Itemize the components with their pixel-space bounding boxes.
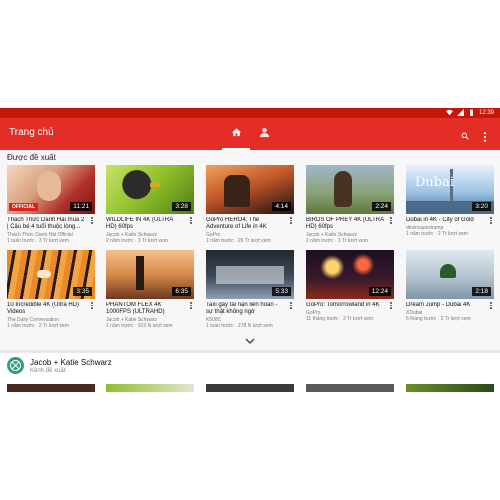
video-meta: 1 năm trước · 2 Tr lượt xem [7, 323, 69, 329]
video-thumbnail[interactable]: Dubai 3:20 [406, 165, 494, 214]
video-duration: 5:33 [272, 287, 291, 296]
video-duration: 3:28 [172, 202, 191, 211]
video-title[interactable]: Taxi gây tai nạn liên hoàn - sự thật khô… [206, 302, 294, 316]
video-meta: 1 năm trước · 1 Tr lượt xem [306, 238, 368, 244]
video-title[interactable]: Thách Thức Danh Hài mùa 2 | Cậu bé 4 tuổ… [7, 217, 95, 231]
channel-shelf: Jacob + Katie Schwarz Kênh đề xuất [0, 353, 500, 392]
video-thumbnail[interactable]: 3:28 [106, 165, 194, 214]
street-scene-shape [216, 266, 284, 284]
status-bar: 12:39 [0, 108, 500, 118]
video-thumbnail[interactable]: 4:14 [206, 165, 294, 214]
tab-account[interactable] [251, 124, 277, 150]
boy-face-shape [37, 171, 61, 201]
video-duration: 4:14 [272, 202, 291, 211]
video-duration: 3:20 [472, 202, 491, 211]
channel-logo-icon [10, 360, 21, 371]
tab-home[interactable] [222, 124, 250, 150]
video-meta: 6 tháng trước · 2 Tr lượt xem [406, 316, 471, 322]
dubai-title-overlay: Dubai [415, 175, 455, 190]
app-bar: Trang chủ [0, 118, 500, 150]
channel-avatar[interactable] [7, 357, 24, 374]
skydiver-shape [440, 264, 456, 278]
app-title: Trang chủ [9, 127, 54, 138]
person-shape [224, 175, 250, 207]
video-thumbnail[interactable]: 6:35 [106, 250, 194, 299]
video-title[interactable]: WILDLIFE IN 4K (ULTRA HD) 60fps [106, 217, 194, 231]
video-thumbnail[interactable]: OFFICIAL 11:21 [7, 165, 95, 214]
video-meta: 2 năm trước · 3 Tr lượt xem [106, 238, 168, 244]
video-title[interactable]: 10 Incredible 4K (Ultra HD) Videos [7, 302, 95, 316]
video-duration: 12:24 [368, 287, 391, 296]
video-card[interactable]: 2:18 Dream Jump - Dubai 4K XDubai 6 thán… [406, 250, 494, 322]
shelf-thumbnail[interactable] [7, 384, 95, 392]
tiger-muzzle-shape [37, 270, 51, 278]
runner-shape [136, 256, 144, 290]
video-card[interactable]: 6:35 PHANTOM FLEX 4K 1000FPS (ULTRAHD) J… [106, 250, 194, 329]
video-duration: 2:24 [372, 202, 391, 211]
channel-name[interactable]: Jacob + Katie Schwarz [30, 358, 112, 367]
video-menu-icon[interactable] [288, 217, 294, 227]
video-meta: 1 năm trước · 923 N lượt xem [106, 323, 173, 329]
video-menu-icon[interactable] [288, 302, 294, 312]
eagle-shape [334, 171, 352, 207]
video-thumbnail[interactable]: 5:33 [206, 250, 294, 299]
section-title: Được đề xuất [7, 153, 56, 162]
status-time: 12:39 [478, 109, 494, 116]
video-menu-icon[interactable] [188, 302, 194, 312]
shelf-thumbnail[interactable] [106, 384, 194, 392]
video-title[interactable]: GoPro: Tomorrowland in 4K [306, 302, 394, 309]
video-menu-icon[interactable] [388, 302, 394, 312]
bottom-margin [0, 392, 500, 500]
official-badge: OFFICIAL [9, 203, 39, 211]
video-title[interactable]: Dream Jump - Dubai 4K [406, 302, 494, 309]
account-icon [259, 127, 269, 138]
video-card[interactable]: OFFICIAL 11:21 Thách Thức Danh Hài mùa 2… [7, 165, 95, 244]
video-title[interactable]: BIRDS OF PREY 4K (ULTRA HD) 60fps [306, 217, 394, 231]
video-duration: 3:35 [73, 287, 92, 296]
channel-subtitle: Kênh đề xuất [30, 368, 66, 374]
wifi-icon [445, 109, 453, 116]
video-menu-icon[interactable] [488, 302, 494, 312]
shelf-thumbnail[interactable] [306, 384, 394, 392]
video-meta: 1 năm trước · 2 Tr lượt xem [406, 231, 468, 237]
video-title[interactable]: Dubai in 4K - City of Gold [406, 217, 494, 224]
video-meta: 1 năm trước · 26 Tr lượt xem [206, 238, 271, 244]
tablet-screen: 12:39 Trang chủ Được đề xuất OFFICIAL 11… [0, 108, 500, 392]
video-menu-icon[interactable] [89, 217, 95, 227]
video-title[interactable]: PHANTOM FLEX 4K 1000FPS (ULTRAHD) [106, 302, 194, 316]
chevron-down-icon[interactable] [245, 338, 255, 344]
signal-icon [456, 109, 464, 116]
video-card[interactable]: 2:24 BIRDS OF PREY 4K (ULTRA HD) 60fps J… [306, 165, 394, 244]
bird-beak-shape [150, 183, 160, 187]
video-meta: 11 tháng trước · 2 Tr lượt xem [306, 316, 374, 322]
video-card[interactable]: 12:24 GoPro: Tomorrowland in 4K GoPro 11… [306, 250, 394, 322]
video-menu-icon[interactable] [388, 217, 394, 227]
search-icon[interactable] [461, 132, 469, 140]
video-menu-icon[interactable] [188, 217, 194, 227]
shelf-thumbnail[interactable] [206, 384, 294, 392]
battery-icon [470, 109, 473, 116]
video-card[interactable]: 3:28 WILDLIFE IN 4K (ULTRA HD) 60fps Jac… [106, 165, 194, 244]
video-card[interactable]: Dubai 3:20 Dubai in 4K - City of Gold de… [406, 165, 494, 237]
shelf-thumbnail[interactable] [406, 384, 494, 392]
home-icon [231, 128, 241, 137]
video-duration: 6:35 [172, 287, 191, 296]
video-thumbnail[interactable]: 12:24 [306, 250, 394, 299]
video-title[interactable]: GoPro HERO4: The Adventure of Life in 4K [206, 217, 294, 231]
video-meta: 1 tuần trước · 3 Tr lượt xem [7, 238, 69, 244]
video-thumbnail[interactable]: 2:24 [306, 165, 394, 214]
video-menu-icon[interactable] [89, 302, 95, 312]
video-card[interactable]: 5:33 Taxi gây tai nạn liên hoàn - sự thậ… [206, 250, 294, 329]
video-meta: 1 tuần trước · 278 N lượt xem [206, 323, 273, 329]
more-vert-icon[interactable] [483, 132, 487, 142]
video-card[interactable]: 3:35 10 Incredible 4K (Ultra HD) Videos … [7, 250, 95, 329]
video-thumbnail[interactable]: 2:18 [406, 250, 494, 299]
video-thumbnail[interactable]: 3:35 [7, 250, 95, 299]
video-duration: 11:21 [70, 202, 92, 211]
video-card[interactable]: 4:14 GoPro HERO4: The Adventure of Life … [206, 165, 294, 244]
top-margin [0, 0, 500, 108]
video-menu-icon[interactable] [488, 217, 494, 227]
video-duration: 2:18 [472, 287, 491, 296]
